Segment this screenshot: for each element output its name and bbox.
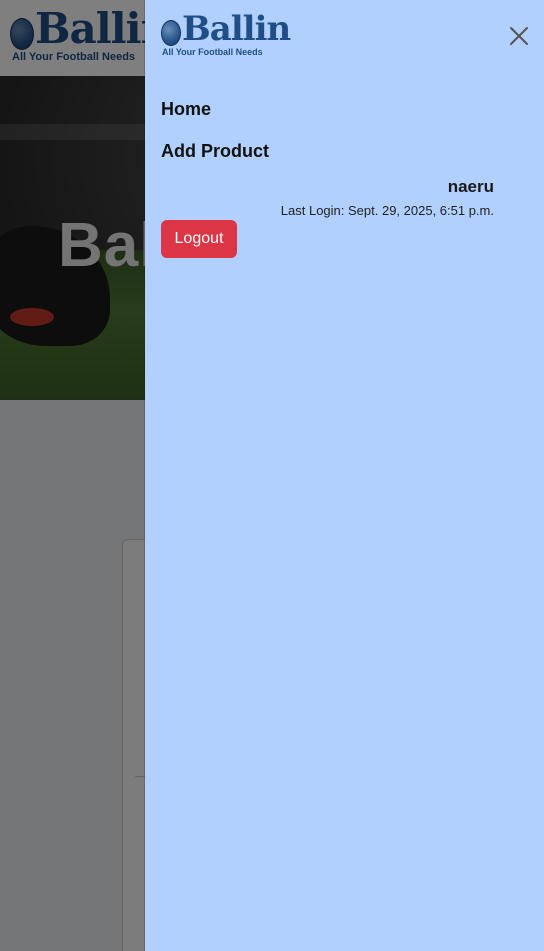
nav-add-product-link[interactable]: Add Product <box>161 141 269 162</box>
logout-button[interactable]: Logout <box>161 220 237 258</box>
drawer-brand-logo[interactable]: Ballin All Your Football Needs <box>161 12 291 57</box>
offcanvas-menu: Ballin All Your Football Needs Home Add … <box>145 0 544 951</box>
username: naeru <box>447 177 494 196</box>
last-login-text: Last Login: Sept. 29, 2025, 6:51 p.m. <box>280 203 494 218</box>
drawer-brand-name: Ballin <box>182 9 291 49</box>
close-button[interactable] <box>508 25 530 47</box>
close-icon <box>510 27 528 45</box>
nav-home-link[interactable]: Home <box>161 99 211 120</box>
football-icon <box>161 20 181 46</box>
